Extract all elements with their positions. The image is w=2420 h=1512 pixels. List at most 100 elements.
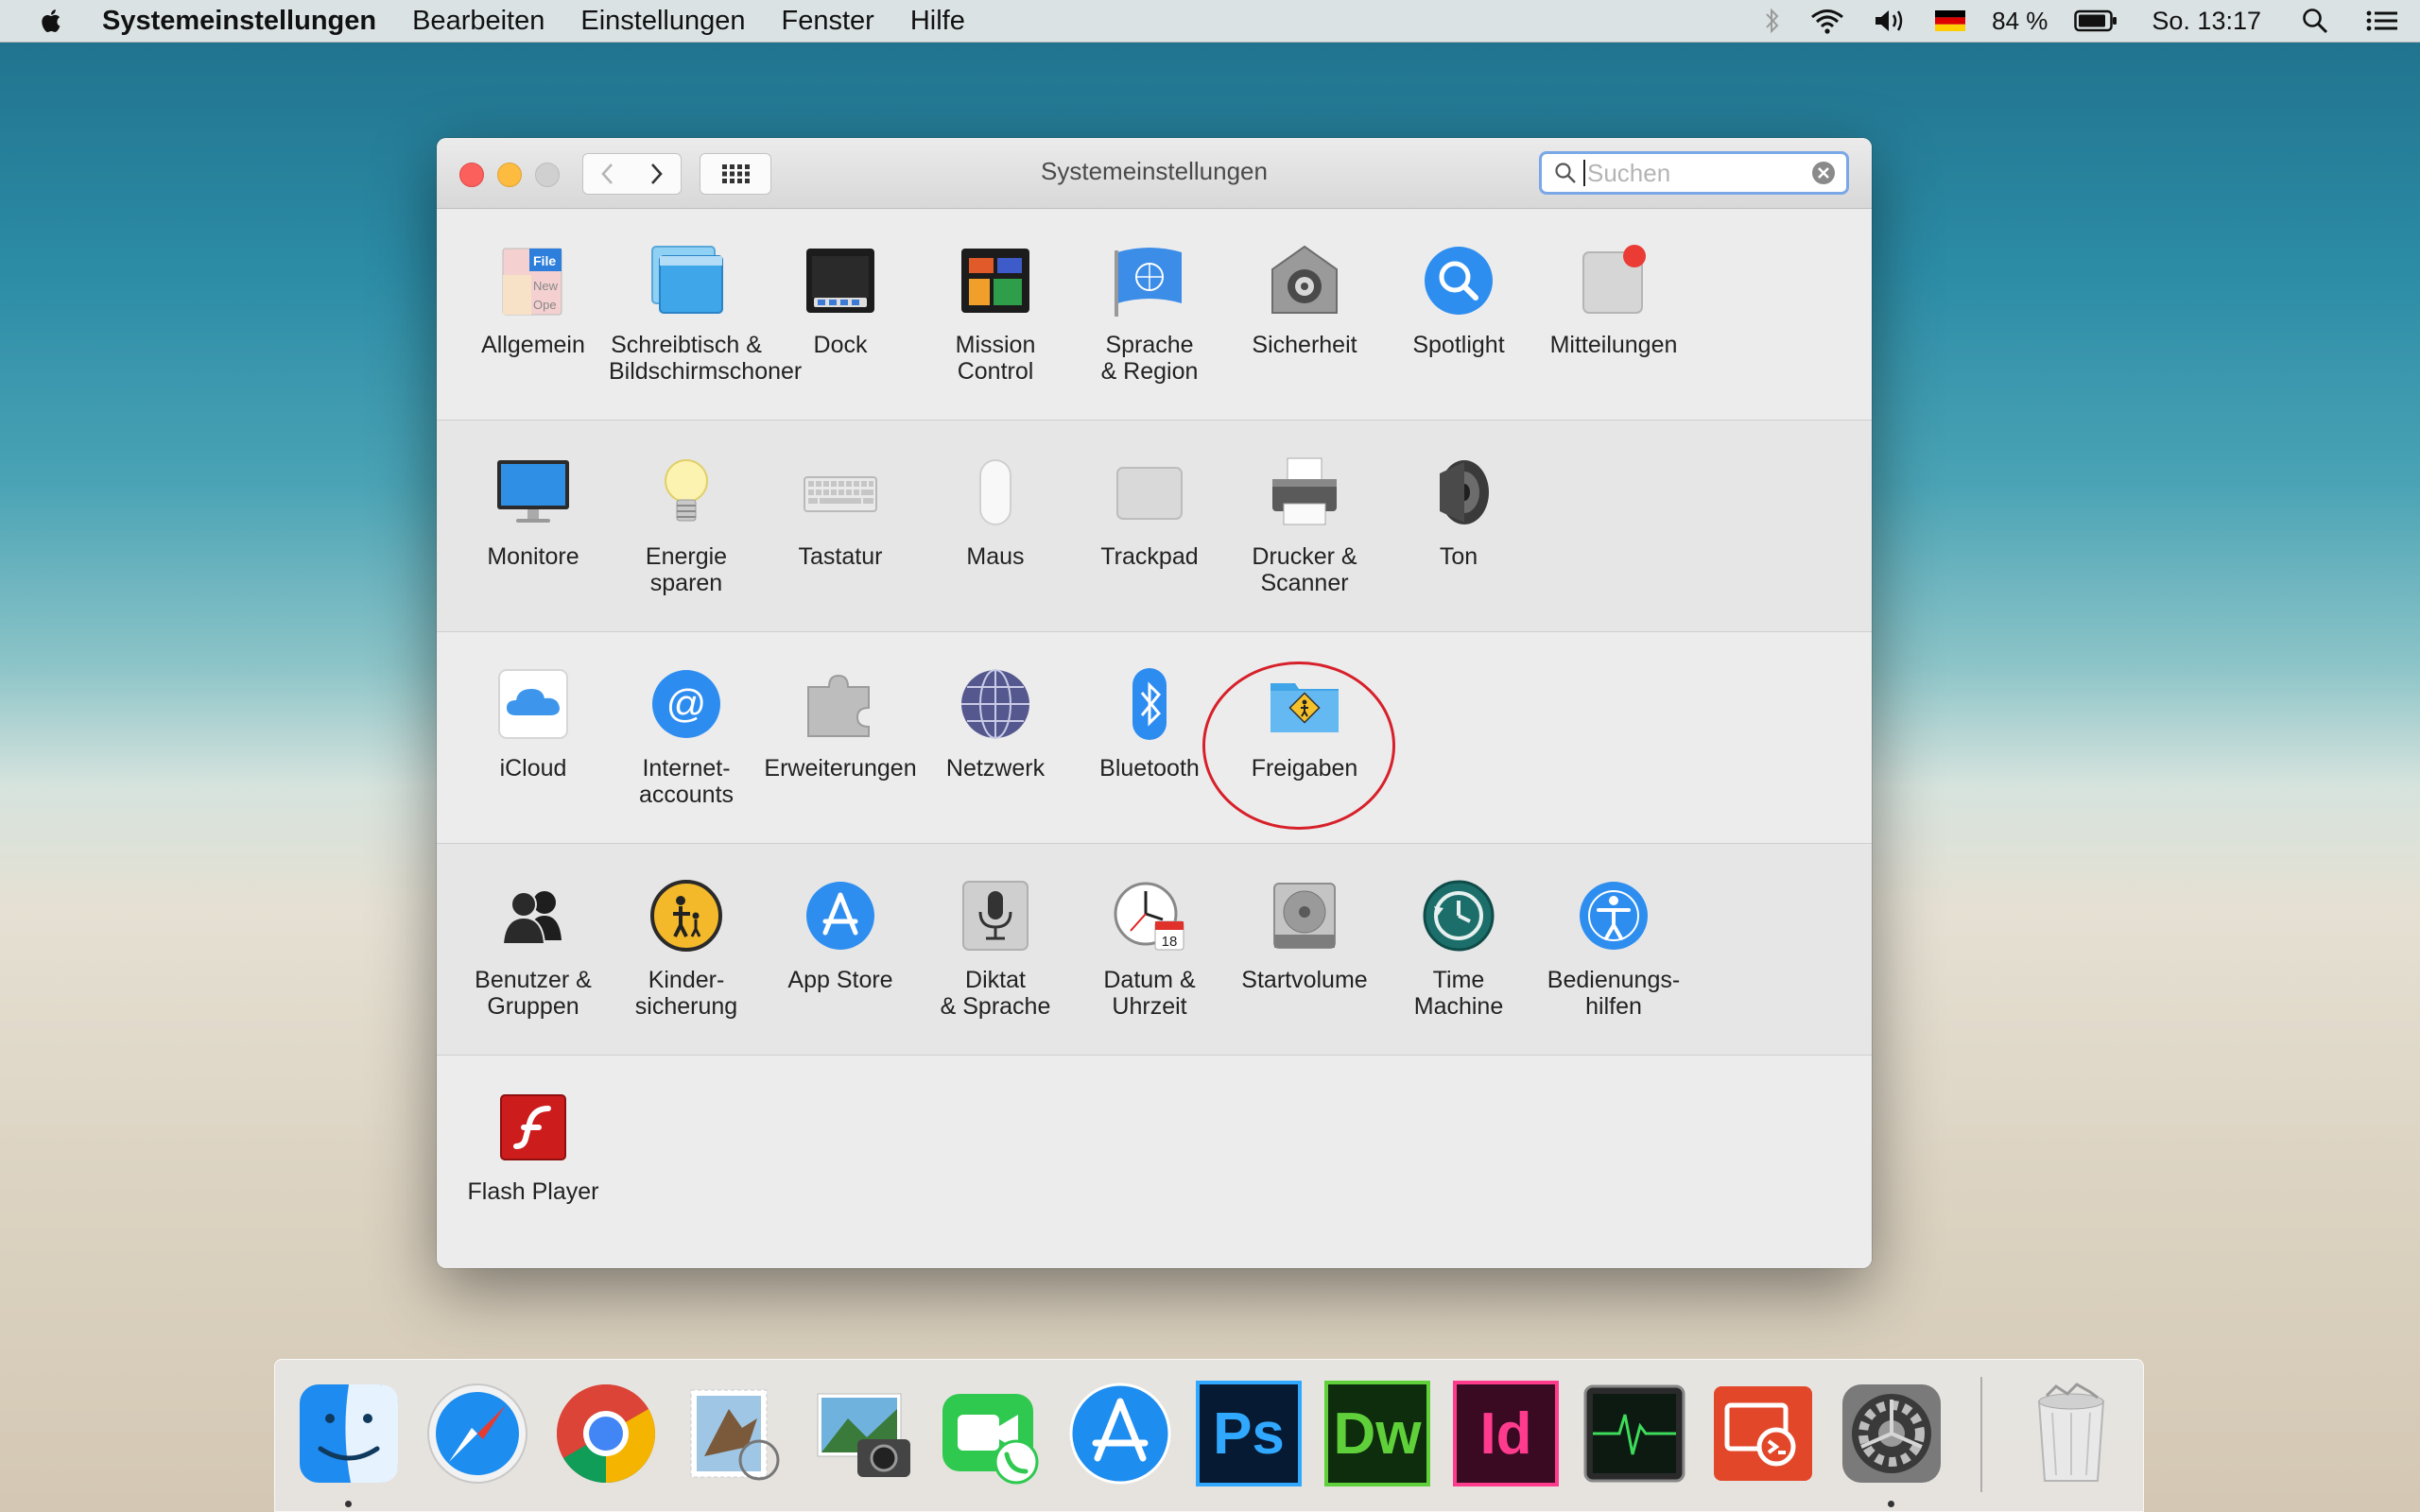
- dock-mail[interactable]: [682, 1381, 787, 1486]
- search-field[interactable]: Suchen: [1539, 151, 1849, 195]
- dock-indesign[interactable]: Id: [1453, 1381, 1559, 1486]
- pref-maus[interactable]: Maus: [918, 455, 1073, 625]
- dock-remote-desktop[interactable]: [1710, 1381, 1816, 1486]
- running-indicator: [345, 1501, 352, 1507]
- pref-label: Ton: [1439, 543, 1478, 570]
- pref-label: Drucker & Scanner: [1252, 543, 1357, 596]
- battery-percentage[interactable]: 84 %: [1992, 7, 2048, 36]
- clear-search-icon[interactable]: [1810, 160, 1837, 186]
- wifi-status-icon[interactable]: [1808, 7, 1846, 35]
- bluetooth-icon: [1132, 668, 1167, 740]
- dock-photoshop[interactable]: Ps: [1196, 1381, 1302, 1486]
- notification-center-icon[interactable]: [2365, 7, 2399, 35]
- dock-dreamweaver[interactable]: Dw: [1324, 1381, 1430, 1486]
- pref-label: Erweiterungen: [764, 755, 917, 782]
- preferences-section-internet: iCloud @ Internet- accounts Erweiterunge…: [437, 632, 1872, 844]
- pref-sprache-region[interactable]: Sprache & Region: [1072, 243, 1227, 413]
- pref-label: Startvolume: [1241, 967, 1368, 993]
- activity-monitor-icon: [1583, 1384, 1685, 1483]
- input-source-flag-icon[interactable]: [1935, 10, 1966, 31]
- pref-label: Sicherheit: [1252, 332, 1357, 358]
- parental-controls-icon: [650, 880, 722, 952]
- dock-trash[interactable]: [2018, 1381, 2124, 1486]
- dock-activity-monitor[interactable]: [1582, 1381, 1687, 1486]
- pref-mitteilungen[interactable]: Mitteilungen: [1536, 243, 1691, 413]
- volume-status-icon[interactable]: [1873, 7, 1909, 35]
- photoshop-icon: Ps: [1196, 1381, 1302, 1486]
- pref-app-store[interactable]: App Store: [763, 878, 918, 1048]
- menu-einstellungen[interactable]: Einstellungen: [580, 6, 745, 37]
- pref-energie-sparen[interactable]: Energie sparen: [609, 455, 764, 625]
- pref-allgemein[interactable]: File New Ope Allgemein: [456, 243, 611, 413]
- svg-text:18: 18: [1162, 934, 1178, 950]
- spotlight-search-icon[interactable]: [2301, 7, 2329, 35]
- pref-time-machine[interactable]: Time Machine: [1381, 878, 1536, 1048]
- pref-tastatur[interactable]: Tastatur: [763, 455, 918, 625]
- time-machine-icon: [1423, 880, 1495, 952]
- pref-flash-player[interactable]: Flash Player: [456, 1090, 611, 1260]
- pref-internetaccounts[interactable]: @ Internet- accounts: [609, 666, 764, 836]
- pref-erweiterungen[interactable]: Erweiterungen: [763, 666, 918, 836]
- pref-label: Datum & Uhrzeit: [1103, 967, 1196, 1020]
- app-menu-name[interactable]: Systemeinstellungen: [102, 6, 376, 37]
- pref-startvolume[interactable]: Startvolume: [1227, 878, 1382, 1048]
- pref-label: Tastatur: [798, 543, 883, 570]
- image-capture-icon: [817, 1393, 910, 1477]
- mouse-icon: [979, 459, 1011, 525]
- date-time-icon: 18: [1114, 882, 1184, 951]
- pref-label: Schreibtisch & Bildschirmschoner: [609, 332, 803, 385]
- pref-label: Time Machine: [1413, 967, 1504, 1020]
- pref-bedienungshilfen[interactable]: Bedienungs- hilfen: [1536, 878, 1691, 1048]
- pref-label: Flash Player: [467, 1178, 599, 1205]
- pref-diktat-sprache[interactable]: Diktat & Sprache: [918, 878, 1073, 1048]
- network-icon: [961, 669, 1029, 739]
- dock-chrome[interactable]: [553, 1381, 659, 1486]
- trash-icon: [2037, 1383, 2105, 1482]
- pref-monitore[interactable]: Monitore: [456, 455, 611, 625]
- pref-label: Trackpad: [1100, 543, 1199, 570]
- pref-schreibtisch[interactable]: Schreibtisch & Bildschirmschoner: [609, 243, 803, 413]
- preferences-section-personal: File New Ope Allgemein Schreibtisch & Bi…: [437, 209, 1872, 421]
- dock-facetime[interactable]: [939, 1381, 1045, 1486]
- notifications-icon: [1582, 245, 1646, 314]
- security-icon: [1271, 245, 1338, 314]
- pref-spotlight[interactable]: Spotlight: [1381, 243, 1536, 413]
- flash-player-icon: [500, 1094, 566, 1160]
- pref-benutzer-gruppen[interactable]: Benutzer & Gruppen: [456, 878, 611, 1048]
- pref-label: iCloud: [499, 755, 567, 782]
- pref-icloud[interactable]: iCloud: [456, 666, 611, 836]
- pref-kindersicherung[interactable]: Kinder- sicherung: [609, 878, 764, 1048]
- pref-label: Monitore: [487, 543, 579, 570]
- dock-photo-booth[interactable]: [810, 1381, 916, 1486]
- pref-label: Netzwerk: [945, 755, 1046, 782]
- battery-icon[interactable]: [2074, 9, 2118, 32]
- pref-dock[interactable]: Dock: [763, 243, 918, 413]
- menubar-clock[interactable]: So. 13:17: [2152, 7, 2261, 36]
- menu-fenster[interactable]: Fenster: [782, 6, 874, 37]
- apple-menu-icon[interactable]: [38, 7, 66, 35]
- energy-saver-icon: [665, 459, 708, 522]
- sound-icon: [1440, 460, 1489, 524]
- bluetooth-status-icon[interactable]: [1763, 7, 1782, 35]
- pref-mission-control[interactable]: Mission Control: [918, 243, 1073, 413]
- pref-label: Energie sparen: [645, 543, 728, 596]
- preferences-section-hardware: Monitore Energie sparen Tastatur Maus Tr…: [437, 421, 1872, 632]
- pref-drucker-scanner[interactable]: Drucker & Scanner: [1227, 455, 1382, 625]
- pref-sicherheit[interactable]: Sicherheit: [1227, 243, 1382, 413]
- dock-app-store[interactable]: [1067, 1381, 1173, 1486]
- window-titlebar[interactable]: Systemeinstellungen Suchen: [437, 138, 1872, 209]
- menu-bearbeiten[interactable]: Bearbeiten: [412, 6, 544, 37]
- running-indicator: [1888, 1501, 1894, 1507]
- dock-safari[interactable]: [424, 1381, 530, 1486]
- pref-label: Dock: [813, 332, 868, 358]
- pref-datum-uhrzeit[interactable]: 18 Datum & Uhrzeit: [1072, 878, 1227, 1048]
- menu-hilfe[interactable]: Hilfe: [910, 6, 965, 37]
- pref-ton[interactable]: Ton: [1381, 455, 1536, 625]
- pref-trackpad[interactable]: Trackpad: [1072, 455, 1227, 625]
- dock-finder[interactable]: [296, 1381, 402, 1507]
- general-icon: File New Ope: [502, 248, 562, 316]
- svg-text:@: @: [666, 681, 707, 726]
- dock-system-preferences[interactable]: [1839, 1381, 1945, 1507]
- pref-netzwerk[interactable]: Netzwerk: [918, 666, 1073, 836]
- language-region-icon: [1115, 248, 1182, 317]
